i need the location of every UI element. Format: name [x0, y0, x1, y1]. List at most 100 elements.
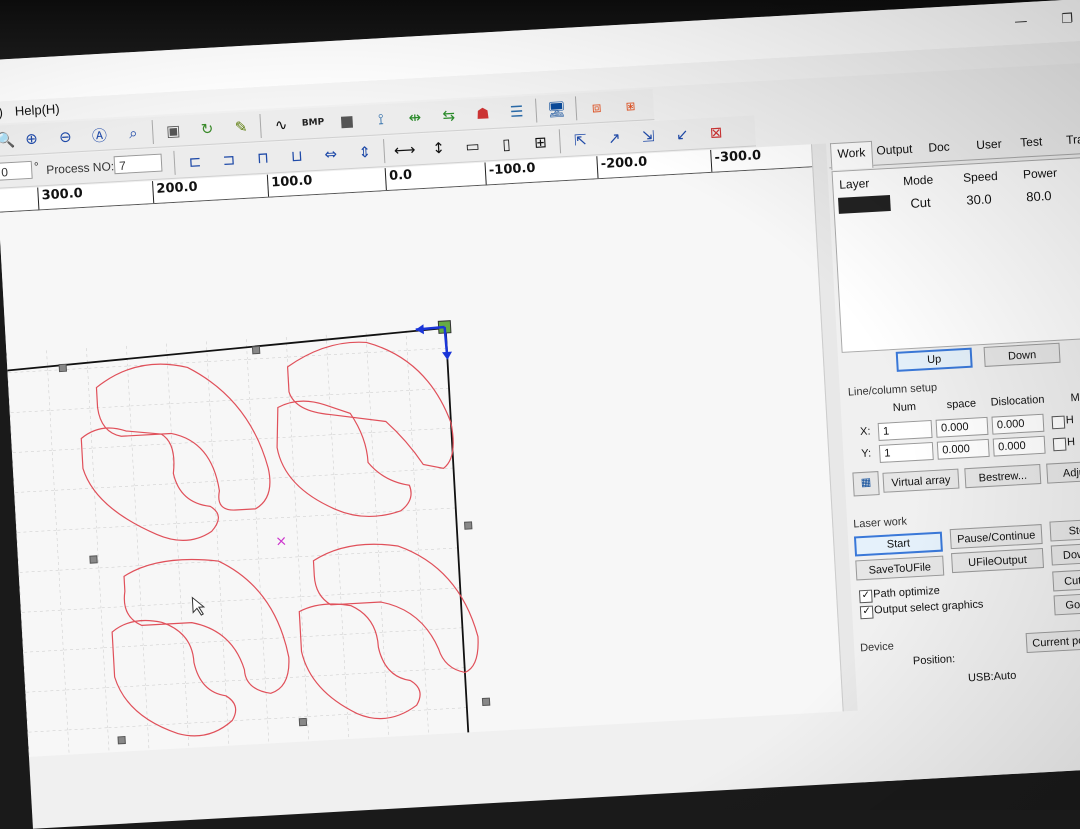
- layer-header: Layer: [838, 176, 870, 192]
- tab-output[interactable]: Output: [876, 142, 913, 158]
- center-icon[interactable]: ⊠: [705, 121, 728, 144]
- bmp-icon[interactable]: BMP: [301, 111, 325, 134]
- down-button[interactable]: Down: [983, 342, 1061, 367]
- x-space-input[interactable]: 0.000: [935, 416, 989, 438]
- ruler-label: -200.0: [600, 154, 648, 173]
- speed-header: Speed: [962, 168, 999, 185]
- up-button[interactable]: Up: [895, 347, 973, 372]
- process-no-label: Process NO:: [45, 159, 115, 178]
- pause-continue-button[interactable]: Pause/Continue: [949, 524, 1043, 550]
- corner-bl-icon[interactable]: ↙: [671, 123, 694, 146]
- position-label: Position:: [912, 653, 956, 668]
- layer-power[interactable]: 80.0: [1026, 188, 1052, 204]
- line-column-title: Line/column setup: [847, 381, 938, 399]
- corner-tl-icon[interactable]: ⇱: [569, 129, 592, 152]
- tab-user[interactable]: User: [976, 137, 1002, 152]
- curve-icon[interactable]: ∿: [269, 113, 292, 136]
- zoom-in-icon[interactable]: ⊕: [20, 127, 43, 150]
- ruler-label: 200.0: [156, 179, 198, 197]
- frame-select-icon[interactable]: ⧆: [619, 94, 642, 117]
- start-button[interactable]: Start: [853, 531, 943, 557]
- layer-list: Layer Mode Speed Power Cut 30.0 80.0: [831, 156, 1080, 353]
- tab-doc[interactable]: Doc: [928, 140, 950, 155]
- center-mark: ×: [275, 533, 288, 550]
- output-select-label: Output select graphics: [873, 598, 984, 617]
- usb-status: USB:Auto: [967, 669, 1017, 685]
- adjust-button[interactable]: Adjus: [1046, 460, 1080, 484]
- layer-speed[interactable]: 30.0: [966, 191, 992, 207]
- path-optimize-checkbox[interactable]: ✓: [858, 589, 873, 604]
- y-space-input[interactable]: 0.000: [936, 438, 990, 460]
- same-size-h-icon[interactable]: ▭: [461, 135, 484, 158]
- angle-unit: °: [33, 159, 40, 174]
- y-mirror-checkbox[interactable]: [1052, 437, 1067, 452]
- x-num-input[interactable]: 1: [877, 420, 933, 441]
- align-hcenter-icon[interactable]: ⇔: [319, 143, 342, 166]
- y-label: Y:: [861, 447, 872, 460]
- side-panel: Work Output Doc User Test Tra Layer Mode…: [827, 127, 1080, 783]
- ruler-label: 0.0: [388, 167, 413, 184]
- square-icon[interactable]: ■: [335, 110, 358, 133]
- menu-item-help[interactable]: Help(H): [14, 101, 60, 118]
- go-scale-button[interactable]: Go scal: [1053, 592, 1080, 616]
- minimize-icon[interactable]: —: [1014, 14, 1028, 30]
- corner-tr-icon[interactable]: ↗: [603, 127, 626, 150]
- x-mirror-checkbox[interactable]: [1051, 415, 1066, 430]
- corner-br-icon[interactable]: ⇲: [637, 125, 660, 148]
- grid-icon[interactable]: ⊞: [529, 131, 552, 154]
- node-icon[interactable]: ⟟: [369, 108, 392, 131]
- pen-icon[interactable]: ✎: [230, 115, 253, 138]
- list-icon[interactable]: ☰: [505, 100, 528, 123]
- restore-icon[interactable]: ❐: [1061, 11, 1073, 27]
- align-bottom-icon[interactable]: ⊔: [285, 144, 308, 167]
- layer-color-swatch[interactable]: [838, 194, 891, 214]
- array-h-icon[interactable]: ⇹: [403, 106, 426, 129]
- tab-transform[interactable]: Tra: [1066, 132, 1080, 147]
- array-v-icon[interactable]: ⇆: [437, 104, 460, 127]
- drawing-canvas[interactable]: ×: [0, 167, 843, 782]
- output-select-checkbox[interactable]: ✓: [859, 605, 874, 620]
- device-title: Device: [859, 640, 895, 655]
- x-dislocation-input[interactable]: 0.000: [991, 413, 1045, 435]
- cut-scale-button[interactable]: Cut sca: [1052, 568, 1080, 592]
- x-mirror-label: H: [1065, 414, 1075, 427]
- y-dislocation-input[interactable]: 0.000: [992, 435, 1046, 457]
- align-vcenter-icon[interactable]: ⇕: [353, 141, 376, 164]
- zoom-out-icon[interactable]: ⊖: [54, 125, 77, 148]
- angle-input[interactable]: 0: [0, 160, 33, 181]
- tab-test[interactable]: Test: [1020, 134, 1043, 149]
- align-top-icon[interactable]: ⊓: [251, 146, 274, 169]
- monitor-icon[interactable]: 🖥: [545, 98, 568, 121]
- zoom-icon[interactable]: 🔍: [0, 129, 17, 152]
- rotate-icon[interactable]: ↻: [196, 117, 219, 140]
- save-to-ufile-button[interactable]: SaveToUFile: [855, 555, 945, 581]
- tab-work[interactable]: Work: [829, 140, 874, 171]
- layer-mode[interactable]: Cut: [910, 195, 931, 211]
- same-height-icon[interactable]: ↕: [427, 136, 450, 159]
- laser-head-icon[interactable]: ☗: [471, 102, 494, 125]
- zoom-fit-icon[interactable]: Ⓐ: [88, 123, 111, 146]
- ruler-label: -300.0: [714, 148, 762, 166]
- menu-item-view[interactable]: /): [0, 104, 3, 119]
- mode-header: Mode: [902, 172, 934, 189]
- stop-button[interactable]: Stop: [1049, 518, 1080, 542]
- virtual-array-button[interactable]: Virtual array: [882, 468, 960, 493]
- mirror-header: Mirro: [1070, 390, 1080, 405]
- ufile-output-button[interactable]: UFileOutput: [951, 547, 1044, 574]
- rectangle-icon[interactable]: ▣: [162, 119, 185, 142]
- zoom-select-icon[interactable]: ⌕: [122, 122, 145, 145]
- same-size-v-icon[interactable]: ▯: [495, 133, 518, 156]
- current-position-button[interactable]: Current position: [1025, 628, 1080, 654]
- same-width-icon[interactable]: ⟷: [393, 138, 416, 161]
- laser-work-title: Laser work: [852, 515, 908, 531]
- align-left-icon[interactable]: ⊏: [183, 150, 206, 173]
- dislocation-header: Dislocation: [990, 393, 1045, 409]
- process-no-input[interactable]: 7: [113, 153, 163, 175]
- x-label: X:: [859, 425, 871, 438]
- align-right-icon[interactable]: ⊐: [217, 148, 240, 171]
- frame-icon[interactable]: ⧈: [585, 96, 608, 119]
- download-button[interactable]: Downlo: [1050, 542, 1080, 566]
- y-num-input[interactable]: 1: [878, 441, 934, 463]
- array-grid-icon[interactable]: ▦: [852, 471, 880, 497]
- bestrew-button[interactable]: Bestrew...: [964, 464, 1042, 489]
